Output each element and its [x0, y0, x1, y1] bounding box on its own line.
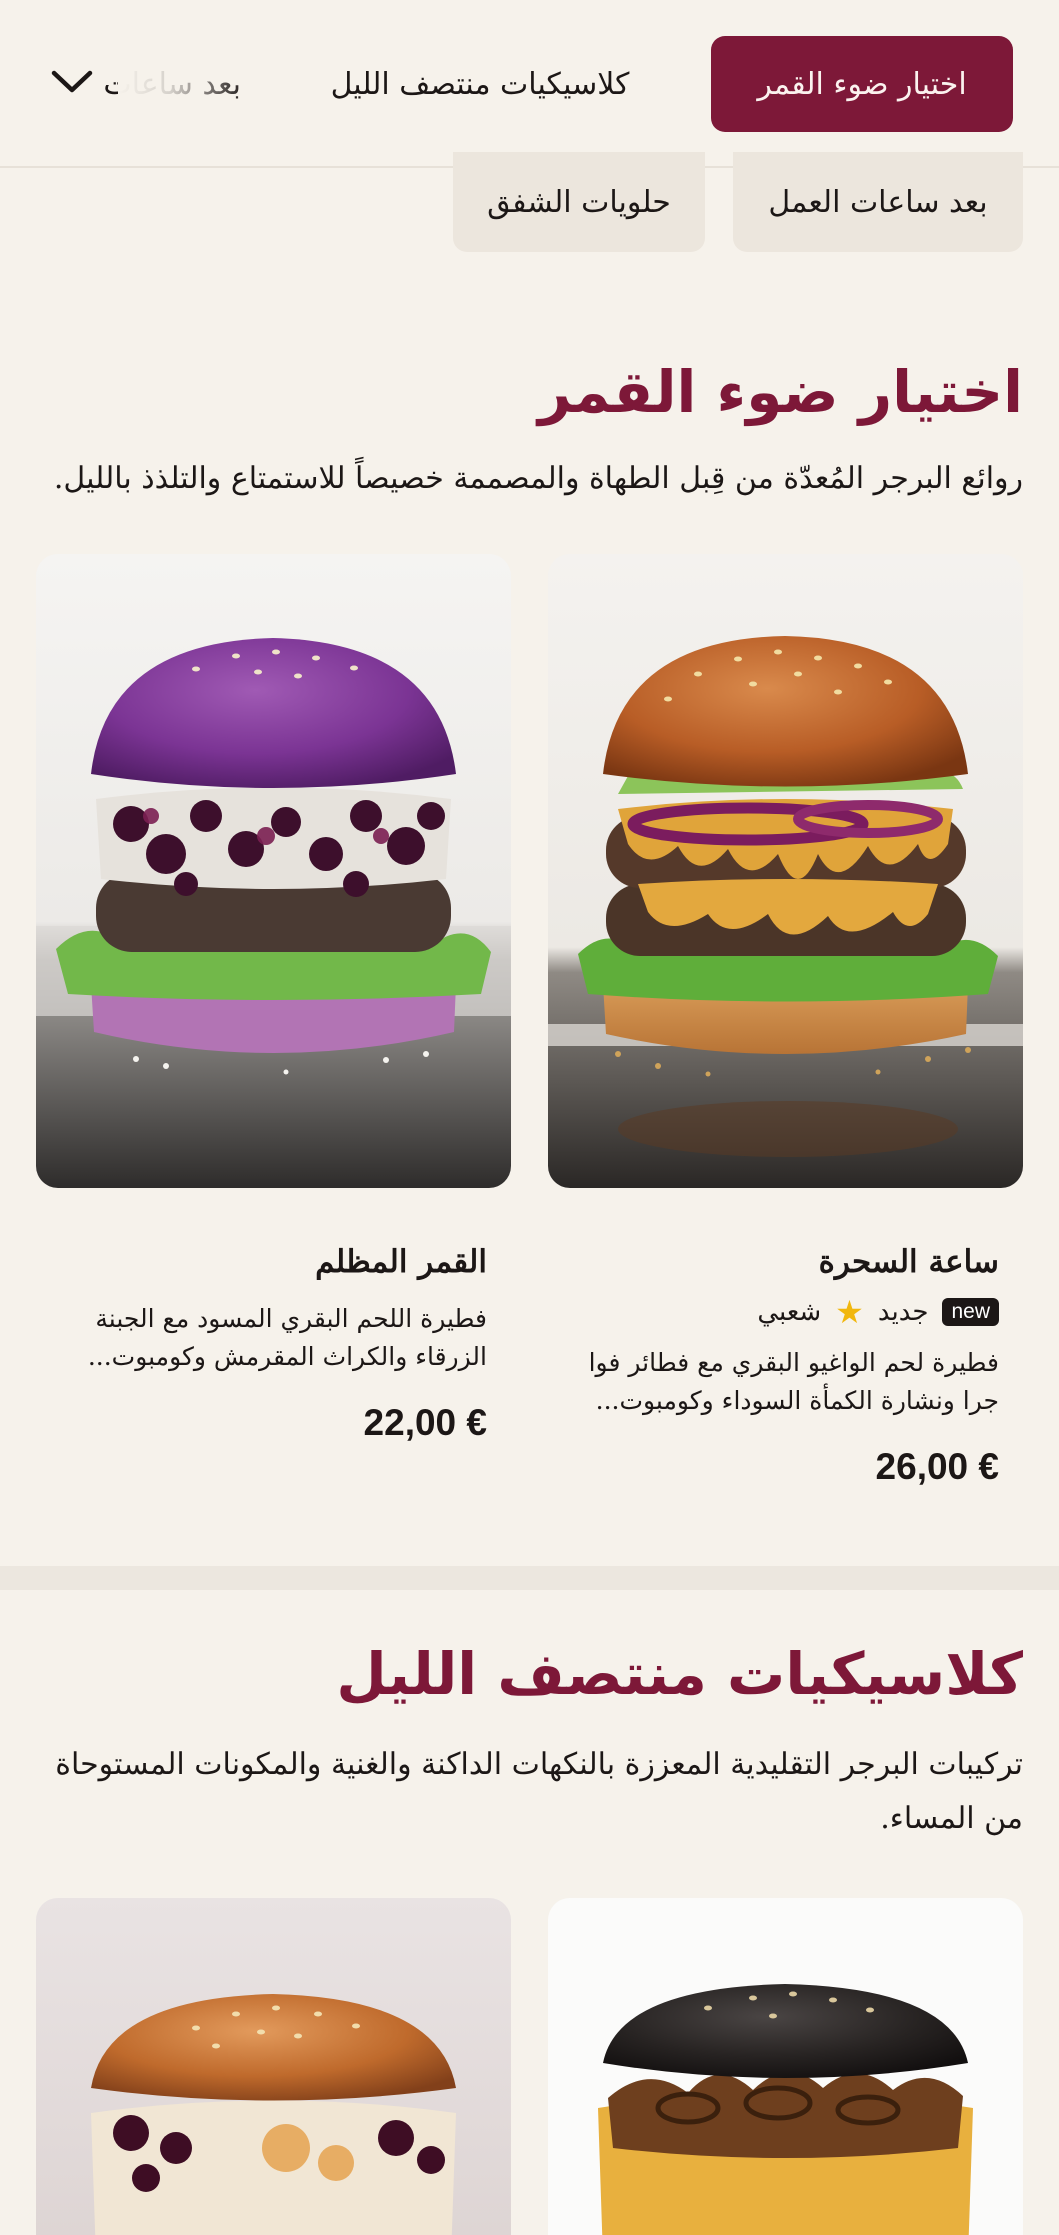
burger-image: [548, 1898, 1023, 2235]
tab-label: اختيار ضوء القمر: [757, 66, 967, 102]
burger-image: [548, 554, 1023, 1188]
burger-image: [36, 554, 511, 1188]
popular-label: شعبي: [757, 1297, 822, 1327]
item-description: فطيرة اللحم البقري المسود مع الجبنة الزر…: [87, 1304, 487, 1371]
tab-midnight-classics[interactable]: كلاسيكيات منتصف الليل: [315, 36, 645, 132]
new-badge: new: [942, 1298, 999, 1326]
chevron-down-icon[interactable]: [40, 50, 104, 114]
tab-label: كلاسيكيات منتصف الليل: [330, 66, 630, 102]
star-icon: ★: [835, 1293, 864, 1331]
chip-twilight-desserts[interactable]: حلويات الشفق: [453, 152, 705, 252]
item-name: القمر المظلم: [315, 1244, 487, 1280]
section-title: كلاسيكيات منتصف الليل: [336, 1640, 1023, 1708]
chip-after-hours[interactable]: بعد ساعات العمل: [733, 152, 1023, 252]
section-description: تركيبات البرجر التقليدية المعززة بالنكها…: [55, 1747, 1023, 1836]
new-label: جديد: [877, 1297, 929, 1327]
section-title: اختيار ضوء القمر: [537, 358, 1023, 426]
section-divider: [0, 1566, 1059, 1590]
section-description: روائع البرجر المُعدّة من قِبل الطهاة وال…: [53, 461, 1023, 496]
menu-card[interactable]: [548, 1898, 1023, 2235]
item-price: 22,00 €: [363, 1402, 487, 1443]
chip-label: حلويات الشفق: [487, 184, 671, 220]
chip-label: بعد ساعات العمل: [768, 184, 988, 220]
item-description: فطيرة لحم الواغيو البقري مع فطائر فوا جر…: [588, 1348, 999, 1415]
tab-moonlight-selection[interactable]: اختيار ضوء القمر: [711, 36, 1013, 132]
menu-card[interactable]: القمر المظلم فطيرة اللحم البقري المسود م…: [36, 554, 511, 1444]
item-name: ساعة السحرة: [818, 1244, 999, 1280]
item-badges: new جديد ★ شعبي: [572, 1296, 999, 1328]
menu-card[interactable]: [36, 1898, 511, 2235]
tab-label: بعد ساعات: [103, 66, 241, 102]
category-nav: اختيار ضوء القمر كلاسيكيات منتصف الليل ب…: [0, 0, 1059, 168]
burger-image: [36, 1898, 511, 2235]
menu-card[interactable]: ساعة السحرة new جديد ★ شعبي فطيرة لحم ال…: [548, 554, 1023, 1488]
tab-after-hours[interactable]: بعد ساعات: [101, 36, 241, 132]
item-price: 26,00 €: [875, 1446, 999, 1487]
